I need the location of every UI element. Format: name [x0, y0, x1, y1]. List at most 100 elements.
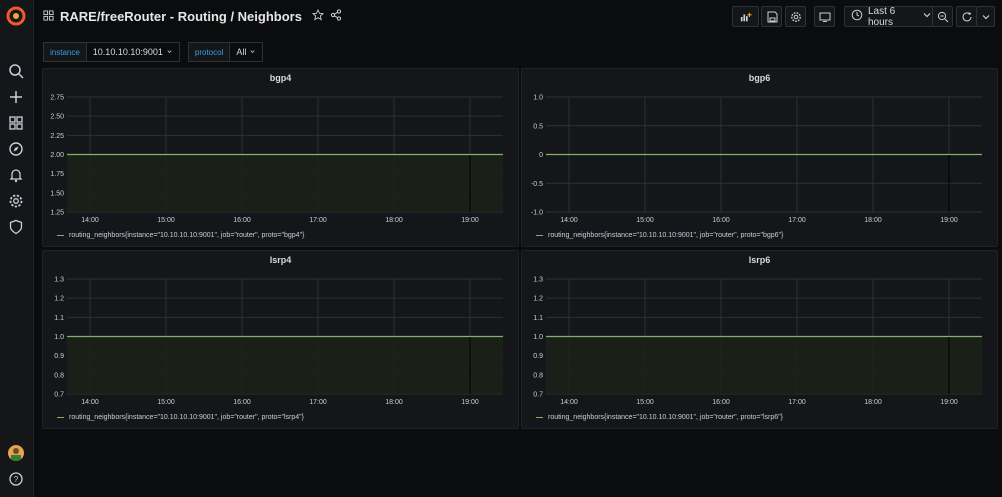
- variable-value-instance: 10.10.10.10:9001: [92, 47, 163, 57]
- y-tick-label: 1.0: [54, 334, 64, 341]
- save-dashboard-button[interactable]: [761, 6, 782, 27]
- x-tick-label: 19:00: [461, 399, 479, 406]
- sidebar: ?: [0, 0, 34, 497]
- panel-lsrp6[interactable]: lsrp6 0.7 0.8 0.9 1.0 1.1 1.2 1.3 14:00 15:00 16:…: [521, 250, 998, 429]
- chevron-down-icon: [249, 47, 256, 57]
- y-tick-label: 1.0: [533, 334, 543, 341]
- x-tick-label: 19:00: [461, 217, 479, 224]
- y-tick-label: 2.00: [50, 152, 64, 159]
- y-tick-label: 0.8: [533, 372, 543, 379]
- time-range-picker[interactable]: Last 6 hours: [844, 5, 940, 28]
- svg-text:?: ?: [14, 475, 19, 484]
- x-tick-label: 18:00: [385, 217, 403, 224]
- x-tick-label: 17:00: [309, 217, 327, 224]
- x-tick-label: 18:00: [864, 217, 882, 224]
- x-tick-label: 16:00: [233, 217, 251, 224]
- refresh-interval-dropdown[interactable]: [976, 6, 995, 27]
- legend-label: routing_neighbors{instance="10.10.10.10:…: [548, 232, 784, 239]
- help-icon[interactable]: ?: [7, 470, 25, 488]
- y-tick-label: 0.5: [533, 123, 543, 130]
- gear-icon[interactable]: [7, 192, 25, 210]
- y-tick-label: 2.25: [50, 133, 64, 140]
- y-tick-label: 1.3: [54, 277, 64, 284]
- variable-label-instance: instance: [43, 42, 87, 62]
- x-tick-label: 15:00: [157, 399, 175, 406]
- alerting-icon[interactable]: [7, 166, 25, 184]
- x-tick-label: 17:00: [788, 217, 806, 224]
- dashboards-icon[interactable]: [7, 114, 25, 132]
- y-tick-label: 1.1: [533, 315, 543, 322]
- legend-item[interactable]: routing_neighbors{instance="10.10.10.10:…: [536, 414, 783, 421]
- series-area: [546, 336, 982, 394]
- breadcrumb: RARE/freeRouter - Routing / Neighbors: [43, 8, 342, 24]
- y-tick-label: 0.8: [54, 372, 64, 379]
- variables-bar: instance 10.10.10.10:9001 protocol All: [43, 42, 271, 62]
- y-tick-label: -0.5: [531, 181, 543, 188]
- x-tick-label: 18:00: [385, 399, 403, 406]
- legend-item[interactable]: routing_neighbors{instance="10.10.10.10:…: [57, 232, 304, 239]
- page-title[interactable]: RARE/freeRouter - Routing / Neighbors: [60, 9, 302, 24]
- time-range-label: Last 6 hours: [868, 5, 896, 28]
- dashboard-settings-button[interactable]: [785, 6, 806, 27]
- legend-label: routing_neighbors{instance="10.10.10.10:…: [69, 232, 305, 239]
- refresh-button[interactable]: [956, 6, 977, 27]
- x-tick-label: 17:00: [788, 399, 806, 406]
- y-tick-label: 0.7: [54, 392, 64, 399]
- graph-bgp4: 1.25 1.50 1.75 2.00 2.25 2.50 2.75 14:00 15:00 16…: [50, 95, 503, 224]
- add-panel-button[interactable]: [732, 6, 759, 27]
- y-tick-label: 1.1: [54, 315, 64, 322]
- y-tick-label: 2.75: [50, 95, 64, 102]
- y-tick-label: -1.0: [531, 210, 543, 217]
- x-tick-label: 16:00: [712, 399, 730, 406]
- share-icon[interactable]: [330, 9, 342, 24]
- x-tick-label: 14:00: [560, 217, 578, 224]
- x-tick-label: 14:00: [560, 399, 578, 406]
- series-area: [67, 154, 503, 212]
- top-navbar: RARE/freeRouter - Routing / Neighbors La…: [33, 0, 1002, 32]
- x-tick-label: 16:00: [233, 399, 251, 406]
- y-tick-label: 0.9: [54, 353, 64, 360]
- star-icon[interactable]: [311, 8, 325, 24]
- series-area: [67, 336, 503, 394]
- x-tick-label: 15:00: [636, 399, 654, 406]
- x-tick-label: 16:00: [712, 217, 730, 224]
- panel-bgp4[interactable]: bgp4 1.25 1.50 1.75 2.00 2.25 2.50 2.75 14:00 15…: [42, 68, 519, 247]
- legend-label: routing_neighbors{instance="10.10.10.10:…: [69, 414, 304, 421]
- variable-select-protocol[interactable]: All: [230, 42, 264, 62]
- x-tick-label: 19:00: [940, 217, 958, 224]
- x-tick-label: 19:00: [940, 399, 958, 406]
- y-tick-label: 1.3: [533, 277, 543, 284]
- y-tick-label: 1.50: [50, 190, 64, 197]
- y-tick-label: 0: [539, 152, 543, 159]
- clock-icon: [851, 9, 863, 24]
- y-tick-label: 1.0: [533, 95, 543, 102]
- graph-lsrp6: 0.7 0.8 0.9 1.0 1.1 1.2 1.3 14:00 15:00 16:00 17:0…: [533, 277, 982, 406]
- y-tick-label: 1.2: [533, 296, 543, 303]
- shield-icon[interactable]: [7, 218, 25, 236]
- search-icon[interactable]: [7, 62, 25, 80]
- panel-bgp6[interactable]: bgp6 -1.0 -0.5 0 0.5 1.0 14:00 15:00 16:00 17:00…: [521, 68, 998, 247]
- chevron-down-icon: [166, 47, 173, 57]
- variable-select-instance[interactable]: 10.10.10.10:9001: [86, 42, 180, 62]
- y-tick-label: 0.7: [533, 392, 543, 399]
- plus-icon[interactable]: [7, 88, 25, 106]
- x-tick-label: 15:00: [157, 217, 175, 224]
- x-tick-label: 15:00: [636, 217, 654, 224]
- dashboard-grid-icon[interactable]: [43, 9, 54, 24]
- tv-mode-button[interactable]: [814, 6, 835, 27]
- graph-lsrp4: 0.7 0.8 0.9 1.0 1.1 1.2 1.3 14:00 15:00 16:00 17:0…: [54, 277, 503, 406]
- zoom-out-button[interactable]: [932, 6, 953, 27]
- variable-value-protocol: All: [236, 47, 247, 57]
- y-tick-label: 2.50: [50, 114, 64, 121]
- grafana-logo-icon[interactable]: [6, 6, 26, 26]
- y-tick-label: 1.25: [50, 210, 64, 217]
- x-tick-label: 14:00: [81, 217, 99, 224]
- legend-item[interactable]: routing_neighbors{instance="10.10.10.10:…: [57, 414, 304, 421]
- legend-label: routing_neighbors{instance="10.10.10.10:…: [548, 414, 783, 421]
- y-tick-label: 0.9: [533, 353, 543, 360]
- avatar[interactable]: [8, 445, 24, 461]
- y-tick-label: 1.2: [54, 296, 64, 303]
- explore-icon[interactable]: [7, 140, 25, 158]
- panel-lsrp4[interactable]: lsrp4 0.7 0.8 0.9 1.0 1.1 1.2 1.3 14:00 15:00 16:…: [42, 250, 519, 429]
- legend-item[interactable]: routing_neighbors{instance="10.10.10.10:…: [536, 232, 783, 239]
